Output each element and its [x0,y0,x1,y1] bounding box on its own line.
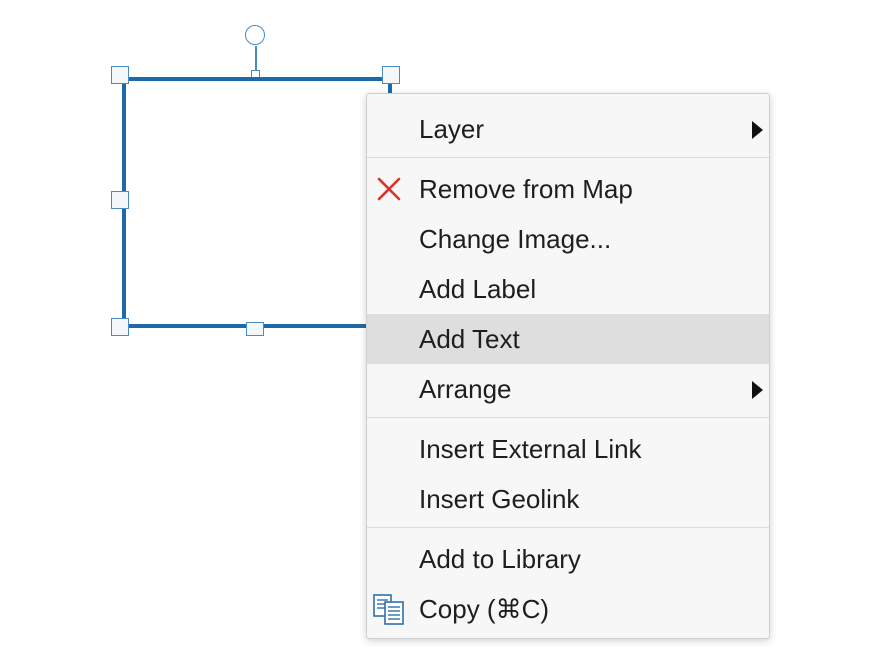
menu-separator [367,417,769,418]
resize-handle-bottom-left[interactable] [111,318,129,336]
menu-item-insert-external-link[interactable]: Insert External Link [367,424,769,474]
rotate-handle[interactable] [245,25,265,45]
selected-shape[interactable] [122,77,392,328]
menu-item-label: Remove from Map [419,174,633,204]
menu-item-arrange[interactable]: Arrange [367,364,769,414]
menu-item-change-image[interactable]: Change Image... [367,214,769,264]
menu-item-add-to-library[interactable]: Add to Library [367,534,769,584]
resize-handle-bottom[interactable] [246,322,264,336]
submenu-arrow-icon [752,381,763,399]
menu-item-label: Layer [419,114,485,144]
resize-handle-top-right[interactable] [382,66,400,84]
menu-item-label: Copy (⌘C) [419,594,550,624]
resize-handle-top-left[interactable] [111,66,129,84]
submenu-arrow-icon [752,121,763,139]
menu-separator [367,157,769,158]
copy-icon [373,594,404,625]
menu-item-label: Change Image... [419,224,612,254]
menu-item-label: Add Label [419,274,537,304]
menu-separator [367,527,769,528]
menu-item-label: Arrange [419,374,512,404]
menu-item-label: Insert External Link [419,434,642,464]
menu-item-layer[interactable]: Layer [367,104,769,154]
resize-handle-left[interactable] [111,191,129,209]
menu-item-label: Insert Geolink [419,484,580,514]
menu-item-add-text[interactable]: Add Text [367,314,769,364]
menu-item-copy[interactable]: Copy (⌘C) [367,584,769,634]
rotate-connector [255,46,257,72]
red-x-icon [377,177,401,201]
menu-item-label: Add Text [419,324,520,354]
menu-item-insert-geolink[interactable]: Insert Geolink [367,474,769,524]
menu-item-remove-from-map[interactable]: Remove from Map [367,164,769,214]
context-menu: Layer Remove from Map Change Image... Ad… [366,93,770,639]
menu-item-label: Add to Library [419,544,581,574]
menu-item-add-label[interactable]: Add Label [367,264,769,314]
